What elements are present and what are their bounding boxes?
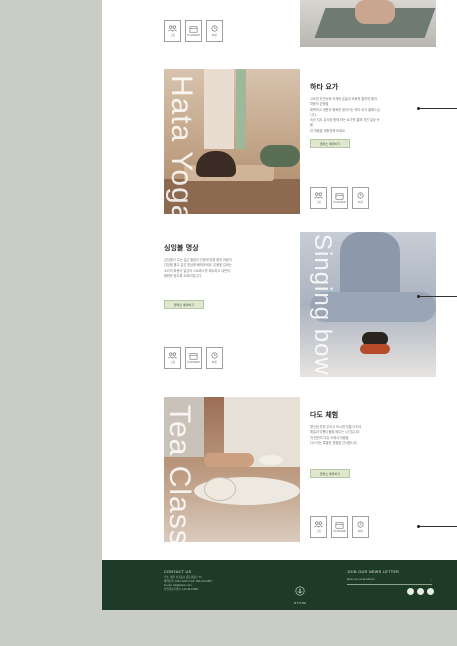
planner-icon: PLANNER: [185, 347, 202, 369]
icon-row: 그룹 PLANNER 60분: [310, 187, 369, 209]
line-dot: [417, 525, 420, 528]
lotus-icon: [295, 586, 305, 596]
divider-line: [418, 296, 457, 297]
planner-icon: PLANNER: [331, 187, 348, 209]
divider-line: [418, 526, 457, 527]
hata-yoga-photo: Hata Yoga: [164, 69, 300, 214]
youtube-icon[interactable]: [417, 588, 424, 595]
social-links: [407, 588, 434, 595]
newsletter-email-input[interactable]: Enter your email address →: [347, 578, 432, 585]
contact-info: 주소. 제주 서귀포시 중문관광로 72 예약문의. 1544-1234 / FA…: [164, 576, 213, 591]
top-icon-row: 그룹 PLANNER 60분: [164, 20, 223, 42]
photo-title: Singing bowl Meditation: [309, 234, 336, 377]
tea-class-photo: Tea Class: [164, 397, 300, 542]
book-class-button[interactable]: 클래스 예약하기: [310, 139, 350, 148]
group-icon: 그룹: [310, 187, 327, 209]
planner-icon: PLANNER: [185, 20, 202, 42]
brand-logo[interactable]: OTIUM: [288, 583, 312, 605]
group-icon: 그룹: [164, 347, 181, 369]
section-title: 싱잉볼 명상: [164, 244, 199, 252]
book-class-button[interactable]: 클래스 예약하기: [310, 469, 350, 478]
brand-name: OTIUM: [293, 601, 307, 605]
planner-icon: PLANNER: [331, 516, 348, 538]
clock-icon: 60분: [206, 347, 223, 369]
line-dot: [417, 295, 420, 298]
photo-title: Tea Class: [164, 405, 196, 542]
top-yoga-photo: [300, 0, 436, 47]
contact-heading: CONTACT US: [164, 570, 192, 574]
book-class-button[interactable]: 클래스 예약하기: [164, 300, 204, 309]
group-icon: 그룹: [164, 20, 181, 42]
footer: CONTACT US 주소. 제주 서귀포시 중문관광로 72 예약문의. 154…: [102, 560, 457, 610]
section-description: 싱잉볼이 주는 깊은 울림과 진동에 맞춰 몸과 마음의 긴장을 풀고 깊은 명상…: [164, 258, 232, 278]
section-title: 하타 요가: [310, 83, 339, 91]
section-description: 고요한 자연속에 자세와 호흡의 조화를 통하여 몸과 마음의 균형을 회복하고 …: [310, 97, 380, 133]
line-dot: [417, 107, 420, 110]
group-icon: 그룹: [310, 516, 327, 538]
clock-icon: 60분: [352, 516, 369, 538]
section-description: 향긋한 차를 우리고 마시며 전통 다도의 예절과 아름다움을 배우는 시간입니다…: [310, 425, 362, 445]
divider-line: [418, 108, 457, 109]
singing-bowl-photo: Singing bowl Meditation: [300, 232, 436, 377]
arrow-right-icon[interactable]: →: [430, 578, 433, 581]
clock-icon: 60분: [352, 187, 369, 209]
icon-row: 그룹 PLANNER 60분: [310, 516, 369, 538]
newsletter-heading: JOIN OUR NEWS LETTER: [347, 570, 400, 574]
page: 그룹 PLANNER 60분 Hata Yoga 하타 요가 고요한 자연속에 …: [102, 0, 457, 610]
icon-row: 그룹 PLANNER 60분: [164, 347, 223, 369]
facebook-icon[interactable]: [427, 588, 434, 595]
photo-title: Hata Yoga: [165, 75, 198, 214]
section-title: 다도 체험: [310, 411, 339, 419]
instagram-icon[interactable]: [407, 588, 414, 595]
clock-icon: 60분: [206, 20, 223, 42]
